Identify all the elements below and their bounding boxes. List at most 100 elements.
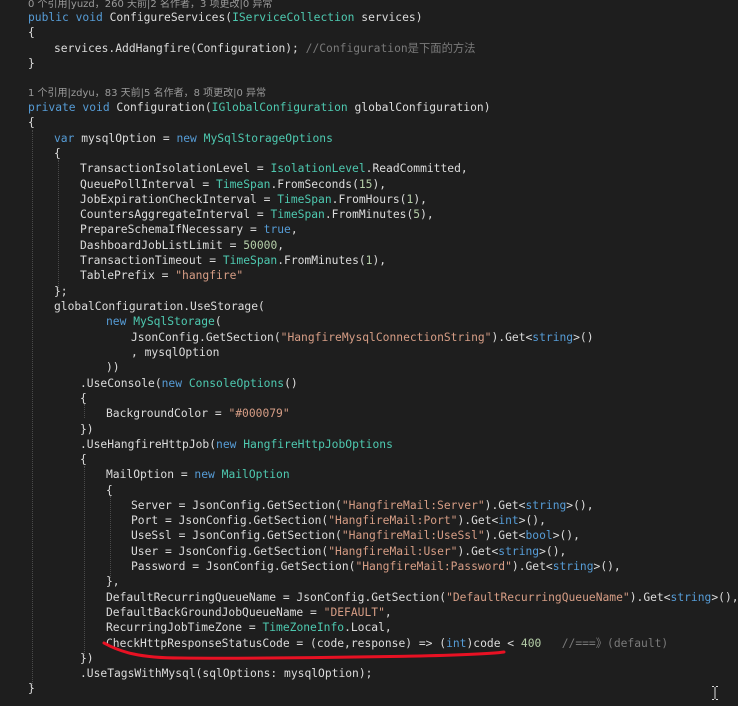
property: PrepareSchemaIfNecessary = bbox=[80, 223, 264, 236]
code-line: CountersAggregateInterval = TimeSpan.Fro… bbox=[80, 207, 434, 222]
property: Server = JsonConfig.GetSection( bbox=[131, 499, 342, 512]
number: 400 bbox=[520, 637, 542, 650]
code-line: { bbox=[28, 116, 35, 129]
punct: >(), bbox=[566, 499, 594, 512]
punct: ( bbox=[214, 315, 222, 328]
param: globalConfiguration) bbox=[347, 101, 491, 114]
code-line: DefaultBackGroundJobQueueName = "DEFAULT… bbox=[106, 605, 392, 620]
code-line: , mysqlOption bbox=[131, 346, 220, 359]
codelens-configuration[interactable]: 1 个引用|zdyu，83 天前|5 名作者，8 项更改|0 异常 bbox=[28, 86, 266, 101]
member: .FromMinutes( bbox=[277, 254, 366, 267]
keyword: new bbox=[161, 377, 189, 390]
punct: , bbox=[277, 239, 285, 252]
code-line: { bbox=[106, 484, 113, 497]
type-name: TimeSpan bbox=[222, 254, 278, 267]
type-name: ConsoleOptions bbox=[188, 377, 285, 390]
code-line: DashboardJobListLimit = 50000, bbox=[80, 238, 284, 253]
method-name: ConfigureServices( bbox=[109, 11, 233, 24]
property: DashboardJobListLimit = bbox=[80, 239, 244, 252]
keyword: public void bbox=[28, 11, 110, 24]
punct: , bbox=[290, 223, 298, 236]
punct: , bbox=[384, 606, 392, 619]
string-literal: "DefaultRecurringQueueName" bbox=[446, 591, 630, 604]
code-editor[interactable]: 0 个引用|yuzd，260 天前|2 名作者，3 项更改|0 异常 publi… bbox=[0, 0, 738, 706]
variable: mysqlOption = bbox=[81, 132, 177, 145]
keyword: new bbox=[106, 315, 134, 328]
type-name: IServiceCollection bbox=[232, 11, 355, 24]
code-line: )) bbox=[106, 361, 120, 374]
property: MailOption = bbox=[106, 468, 195, 481]
call: ).Get< bbox=[484, 499, 526, 512]
number: 15 bbox=[358, 178, 373, 191]
indent-guide bbox=[58, 160, 59, 290]
call: ).Get< bbox=[457, 514, 499, 527]
property: UseSsl = JsonConfig.GetSection( bbox=[131, 529, 342, 542]
property: BackgroundColor = bbox=[106, 407, 229, 420]
type-name: MySqlStorage bbox=[133, 315, 215, 328]
punct: >(), bbox=[711, 591, 738, 604]
type-name: IsolationLevel bbox=[270, 162, 366, 175]
type-name: TimeSpan bbox=[277, 193, 332, 206]
punct: ), bbox=[413, 193, 427, 206]
call: ).Get< bbox=[629, 591, 671, 604]
code-line: Server = JsonConfig.GetSection("Hangfire… bbox=[131, 498, 594, 513]
property: DefaultBackGroundJobQueueName = bbox=[106, 606, 324, 619]
property: JobExpirationCheckInterval = bbox=[80, 193, 278, 206]
code-line: { bbox=[54, 147, 61, 160]
keyword: new bbox=[176, 132, 204, 145]
member: .FromSeconds( bbox=[270, 178, 359, 191]
call: JsonConfig.GetSection( bbox=[131, 331, 281, 344]
keyword: string bbox=[498, 545, 540, 558]
type-name: TimeZoneInfo bbox=[262, 621, 345, 634]
call: .UseHangfireHttpJob( bbox=[80, 438, 217, 451]
property: DefaultRecurringQueueName = JsonConfig.G… bbox=[106, 591, 447, 604]
comment: //Configuration是下面的方法 bbox=[305, 42, 476, 55]
keyword: string bbox=[552, 560, 594, 573]
text-ibeam-cursor-icon bbox=[712, 686, 718, 700]
punct: >() bbox=[573, 331, 594, 344]
code-line: .UseHangfireHttpJob(new HangfireHttpJobO… bbox=[80, 437, 393, 452]
property: Password = JsonConfig.GetSection( bbox=[131, 560, 356, 573]
code-line: var mysqlOption = new MySqlStorageOption… bbox=[54, 131, 333, 146]
code-line: } bbox=[28, 57, 35, 70]
keyword: string bbox=[670, 591, 712, 604]
keyword: bool bbox=[525, 529, 553, 542]
property: TransactionIsolationLevel = bbox=[80, 162, 271, 175]
code-line: }; bbox=[54, 285, 68, 298]
keyword: string bbox=[532, 331, 574, 344]
statement: services.AddHangfire(Configuration); bbox=[54, 42, 306, 55]
property: TablePrefix = bbox=[80, 269, 176, 282]
code-line: }) bbox=[80, 652, 94, 665]
keyword: new bbox=[216, 438, 244, 451]
code-line: .UseConsole(new ConsoleOptions() bbox=[80, 376, 298, 391]
indent-guide bbox=[84, 404, 85, 418]
string-literal: "DEFAULT" bbox=[323, 606, 385, 619]
property: Port = JsonConfig.GetSection( bbox=[131, 514, 329, 527]
code-line: JsonConfig.GetSection("HangfireMysqlConn… bbox=[131, 330, 594, 345]
code-line: Port = JsonConfig.GetSection("HangfireMa… bbox=[131, 513, 546, 528]
punct: ), bbox=[372, 178, 387, 191]
member: .Local, bbox=[344, 621, 392, 634]
property: CountersAggregateInterval = bbox=[80, 208, 271, 221]
member: .FromHours( bbox=[331, 193, 407, 206]
string-literal: "HangfireMysqlConnectionString" bbox=[280, 331, 492, 344]
type-name: HangfireHttpJobOptions bbox=[243, 438, 393, 451]
punct: >(), bbox=[518, 514, 546, 527]
string-literal: "HangfireMail:Server" bbox=[341, 499, 485, 512]
property: TransactionTimeout = bbox=[80, 254, 223, 267]
property: RecurringJobTimeZone = bbox=[106, 621, 263, 634]
property: User = JsonConfig.GetSection( bbox=[131, 545, 329, 558]
keyword: var bbox=[54, 132, 82, 145]
type-name: TimeSpan bbox=[270, 208, 325, 221]
call: ).Get< bbox=[457, 545, 499, 558]
string-literal: "HangfireMail:UseSsl" bbox=[341, 529, 485, 542]
code-line: services.AddHangfire(Configuration); //C… bbox=[54, 41, 475, 56]
punct: >(), bbox=[552, 529, 580, 542]
string-literal: "HangfireMail:User" bbox=[328, 545, 458, 558]
code-line: private void Configuration(IGlobalConfig… bbox=[28, 100, 491, 115]
call: .UseConsole( bbox=[80, 377, 162, 390]
code-line: { bbox=[80, 453, 87, 466]
punct: () bbox=[284, 377, 298, 390]
code-line: BackgroundColor = "#000079" bbox=[106, 406, 290, 421]
code-line: Password = JsonConfig.GetSection("Hangfi… bbox=[131, 559, 621, 574]
